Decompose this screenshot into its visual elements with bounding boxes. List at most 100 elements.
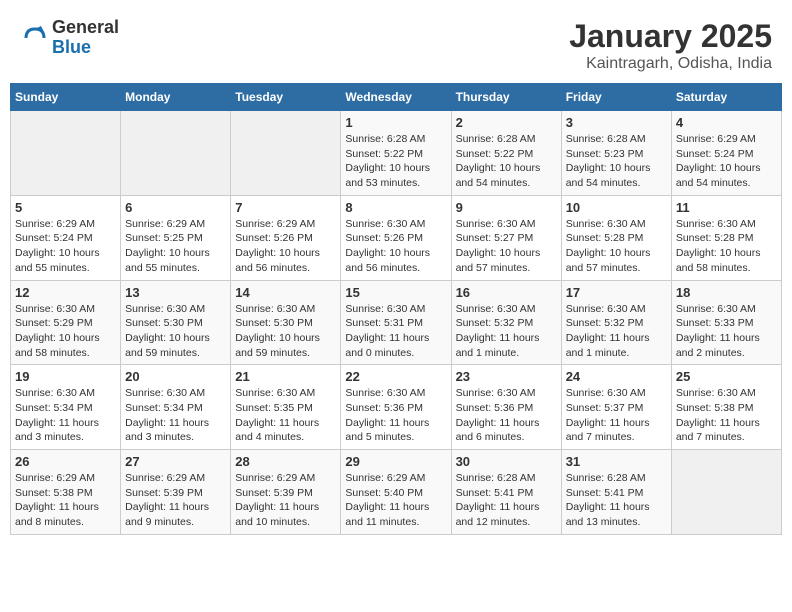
calendar-cell: 29 Sunrise: 6:29 AM Sunset: 5:40 PM Dayli… [341, 450, 451, 535]
page-header: General Blue January 2025 Kaintragarh, O… [10, 10, 782, 77]
day-number: 3 [566, 115, 667, 130]
day-number: 27 [125, 454, 226, 469]
calendar-cell: 17 Sunrise: 6:30 AM Sunset: 5:32 PM Dayli… [561, 280, 671, 365]
day-info: Sunrise: 6:29 AM Sunset: 5:40 PM Dayligh… [345, 471, 446, 530]
day-info: Sunrise: 6:30 AM Sunset: 5:30 PM Dayligh… [235, 302, 336, 361]
day-number: 12 [15, 285, 116, 300]
calendar-week-row: 1 Sunrise: 6:28 AM Sunset: 5:22 PM Daylig… [11, 111, 782, 196]
logo-icon [20, 23, 50, 53]
calendar-cell: 26Sunrise: 6:29 AM Sunset: 5:38 PM Dayli… [11, 450, 121, 535]
day-number: 21 [235, 369, 336, 384]
calendar-cell [671, 450, 781, 535]
calendar-cell: 14 Sunrise: 6:30 AM Sunset: 5:30 PM Dayli… [231, 280, 341, 365]
day-info: Sunrise: 6:30 AM Sunset: 5:28 PM Dayligh… [676, 217, 777, 276]
calendar-cell [11, 111, 121, 196]
day-info: Sunrise: 6:30 AM Sunset: 5:32 PM Dayligh… [566, 302, 667, 361]
calendar-cell: 5 Sunrise: 6:29 AM Sunset: 5:24 PM Daylig… [11, 195, 121, 280]
day-info: Sunrise: 6:29 AM Sunset: 5:38 PM Dayligh… [15, 471, 116, 530]
day-number: 29 [345, 454, 446, 469]
weekday-header: Friday [561, 84, 671, 111]
day-info: Sunrise: 6:30 AM Sunset: 5:35 PM Dayligh… [235, 386, 336, 445]
calendar-cell: 11 Sunrise: 6:30 AM Sunset: 5:28 PM Dayli… [671, 195, 781, 280]
calendar-cell: 22Sunrise: 6:30 AM Sunset: 5:36 PM Dayli… [341, 365, 451, 450]
calendar-cell [231, 111, 341, 196]
day-number: 28 [235, 454, 336, 469]
day-info: Sunrise: 6:30 AM Sunset: 5:30 PM Dayligh… [125, 302, 226, 361]
calendar-cell: 12 Sunrise: 6:30 AM Sunset: 5:29 PM Dayli… [11, 280, 121, 365]
day-info: Sunrise: 6:30 AM Sunset: 5:34 PM Dayligh… [15, 386, 116, 445]
calendar-cell: 28Sunrise: 6:29 AM Sunset: 5:39 PM Dayli… [231, 450, 341, 535]
calendar-subtitle: Kaintragarh, Odisha, India [569, 55, 772, 73]
logo-blue-text: Blue [52, 37, 91, 57]
calendar-cell: 1Sunrise: 6:28 AM Sunset: 5:22 PM Daylig… [341, 111, 451, 196]
calendar-week-row: 19 Sunrise: 6:30 AM Sunset: 5:34 PM Dayli… [11, 365, 782, 450]
calendar-cell: 19 Sunrise: 6:30 AM Sunset: 5:34 PM Dayli… [11, 365, 121, 450]
day-number: 24 [566, 369, 667, 384]
day-info: Sunrise: 6:28 AM Sunset: 5:22 PM Dayligh… [456, 132, 557, 191]
day-info: Sunrise: 6:30 AM Sunset: 5:34 PM Dayligh… [125, 386, 226, 445]
day-info: Sunrise: 6:29 AM Sunset: 5:39 PM Dayligh… [125, 471, 226, 530]
day-number: 30 [456, 454, 557, 469]
day-info: Sunrise: 6:28 AM Sunset: 5:23 PM Dayligh… [566, 132, 667, 191]
day-number: 8 [345, 200, 446, 215]
day-info: Sunrise: 6:29 AM Sunset: 5:24 PM Dayligh… [676, 132, 777, 191]
calendar-cell: 23Sunrise: 6:30 AM Sunset: 5:36 PM Dayli… [451, 365, 561, 450]
calendar-cell: 20 Sunrise: 6:30 AM Sunset: 5:34 PM Dayli… [121, 365, 231, 450]
day-number: 2 [456, 115, 557, 130]
day-info: Sunrise: 6:30 AM Sunset: 5:38 PM Dayligh… [676, 386, 777, 445]
calendar-cell: 30 Sunrise: 6:28 AM Sunset: 5:41 PM Dayli… [451, 450, 561, 535]
calendar-cell: 16Sunrise: 6:30 AM Sunset: 5:32 PM Dayli… [451, 280, 561, 365]
day-info: Sunrise: 6:29 AM Sunset: 5:24 PM Dayligh… [15, 217, 116, 276]
calendar-cell: 6Sunrise: 6:29 AM Sunset: 5:25 PM Daylig… [121, 195, 231, 280]
day-info: Sunrise: 6:30 AM Sunset: 5:36 PM Dayligh… [456, 386, 557, 445]
calendar-cell: 24 Sunrise: 6:30 AM Sunset: 5:37 PM Dayli… [561, 365, 671, 450]
calendar-cell: 2 Sunrise: 6:28 AM Sunset: 5:22 PM Daylig… [451, 111, 561, 196]
weekday-row: SundayMondayTuesdayWednesdayThursdayFrid… [11, 84, 782, 111]
calendar-title: January 2025 [569, 18, 772, 55]
day-number: 20 [125, 369, 226, 384]
day-info: Sunrise: 6:30 AM Sunset: 5:33 PM Dayligh… [676, 302, 777, 361]
weekday-header: Thursday [451, 84, 561, 111]
day-info: Sunrise: 6:30 AM Sunset: 5:37 PM Dayligh… [566, 386, 667, 445]
day-info: Sunrise: 6:30 AM Sunset: 5:26 PM Dayligh… [345, 217, 446, 276]
logo-general-text: General [52, 17, 119, 37]
calendar-cell: 18 Sunrise: 6:30 AM Sunset: 5:33 PM Dayli… [671, 280, 781, 365]
day-info: Sunrise: 6:30 AM Sunset: 5:28 PM Dayligh… [566, 217, 667, 276]
day-number: 11 [676, 200, 777, 215]
day-info: Sunrise: 6:30 AM Sunset: 5:27 PM Dayligh… [456, 217, 557, 276]
day-info: Sunrise: 6:28 AM Sunset: 5:41 PM Dayligh… [566, 471, 667, 530]
day-number: 13 [125, 285, 226, 300]
calendar-cell: 7Sunrise: 6:29 AM Sunset: 5:26 PM Daylig… [231, 195, 341, 280]
calendar-week-row: 5 Sunrise: 6:29 AM Sunset: 5:24 PM Daylig… [11, 195, 782, 280]
calendar-cell: 15Sunrise: 6:30 AM Sunset: 5:31 PM Dayli… [341, 280, 451, 365]
day-number: 14 [235, 285, 336, 300]
day-info: Sunrise: 6:30 AM Sunset: 5:31 PM Dayligh… [345, 302, 446, 361]
weekday-header: Tuesday [231, 84, 341, 111]
day-info: Sunrise: 6:30 AM Sunset: 5:29 PM Dayligh… [15, 302, 116, 361]
calendar-cell: 9Sunrise: 6:30 AM Sunset: 5:27 PM Daylig… [451, 195, 561, 280]
day-info: Sunrise: 6:29 AM Sunset: 5:25 PM Dayligh… [125, 217, 226, 276]
day-number: 10 [566, 200, 667, 215]
title-block: January 2025 Kaintragarh, Odisha, India [569, 18, 772, 73]
day-number: 31 [566, 454, 667, 469]
weekday-header: Sunday [11, 84, 121, 111]
day-number: 25 [676, 369, 777, 384]
weekday-header: Monday [121, 84, 231, 111]
day-number: 7 [235, 200, 336, 215]
calendar-cell: 27 Sunrise: 6:29 AM Sunset: 5:39 PM Dayli… [121, 450, 231, 535]
calendar-cell: 31 Sunrise: 6:28 AM Sunset: 5:41 PM Dayli… [561, 450, 671, 535]
logo: General Blue [20, 18, 119, 58]
day-number: 17 [566, 285, 667, 300]
day-number: 19 [15, 369, 116, 384]
day-number: 16 [456, 285, 557, 300]
calendar-cell: 4Sunrise: 6:29 AM Sunset: 5:24 PM Daylig… [671, 111, 781, 196]
day-number: 5 [15, 200, 116, 215]
day-number: 18 [676, 285, 777, 300]
calendar-cell: 13 Sunrise: 6:30 AM Sunset: 5:30 PM Dayli… [121, 280, 231, 365]
day-info: Sunrise: 6:30 AM Sunset: 5:36 PM Dayligh… [345, 386, 446, 445]
calendar-cell: 10 Sunrise: 6:30 AM Sunset: 5:28 PM Dayli… [561, 195, 671, 280]
weekday-header: Saturday [671, 84, 781, 111]
day-info: Sunrise: 6:28 AM Sunset: 5:41 PM Dayligh… [456, 471, 557, 530]
weekday-header: Wednesday [341, 84, 451, 111]
day-number: 1 [345, 115, 446, 130]
